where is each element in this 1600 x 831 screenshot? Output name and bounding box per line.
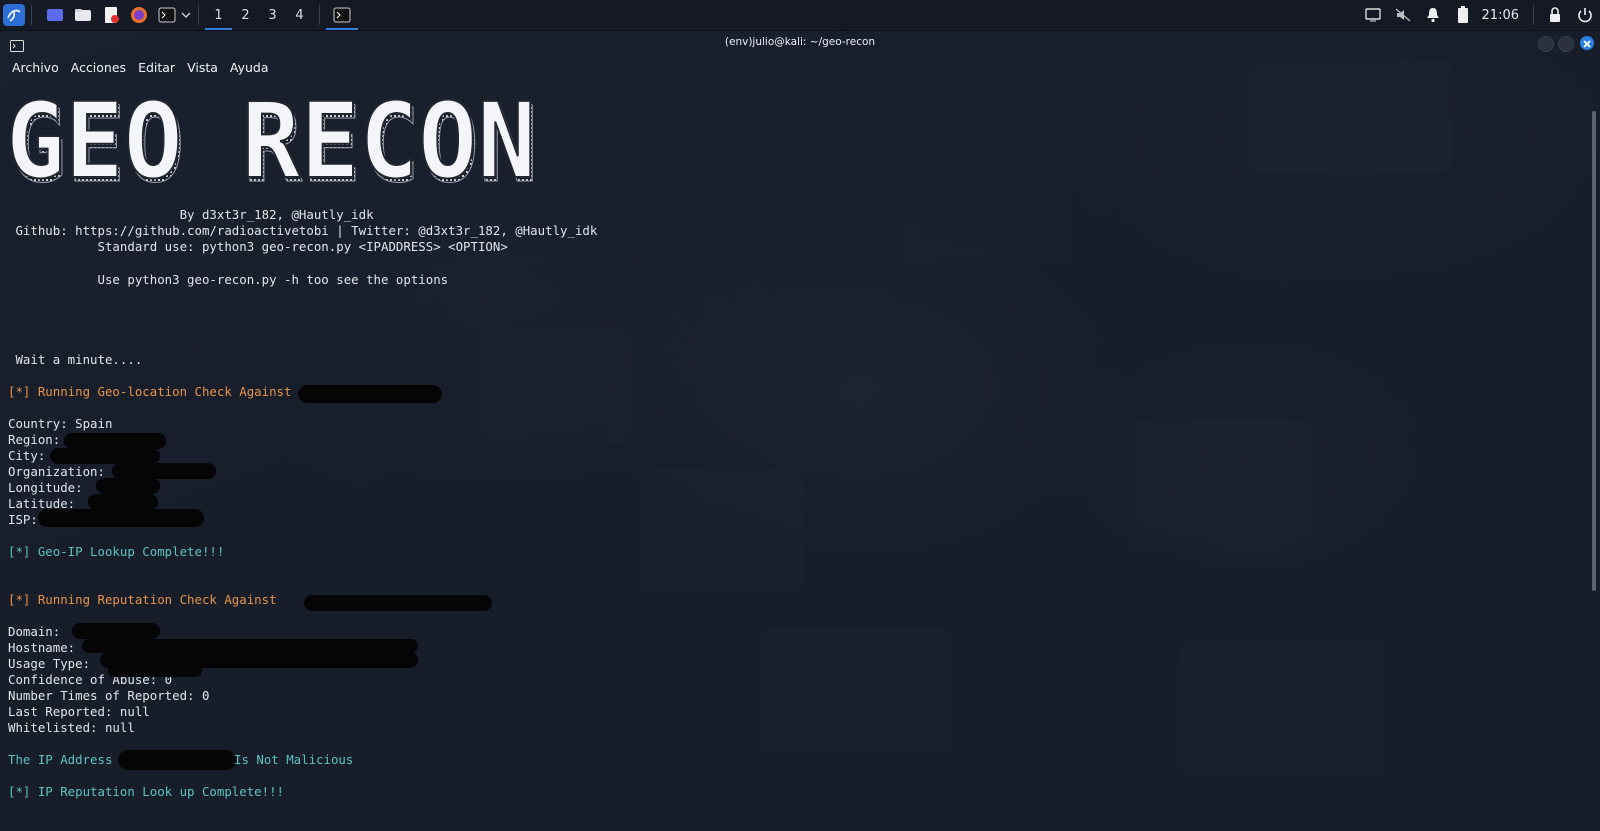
wait-line: Wait a minute....: [8, 352, 143, 367]
usage-line: Standard use: python3 geo-recon.py <IPAD…: [8, 239, 508, 254]
city-line: City:: [8, 448, 46, 463]
times-reported-line: Number Times of Reported: 0: [8, 688, 210, 703]
close-icon: [1583, 40, 1591, 48]
isp-line: ISP:: [8, 512, 38, 527]
redaction-mark: [64, 433, 166, 449]
chevron-down-icon[interactable]: [180, 4, 192, 26]
window-titlebar[interactable]: (env)julio@kali: ~/geo-recon: [0, 31, 1600, 55]
organization-line: Organization:: [8, 464, 105, 479]
menu-archivo[interactable]: Archivo: [12, 60, 59, 75]
text-editor-icon[interactable]: [100, 4, 122, 26]
menu-editar[interactable]: Editar: [138, 60, 175, 75]
github-line: Github: https://github.com/radioactiveto…: [8, 223, 598, 238]
file-manager-icon[interactable]: [72, 4, 94, 26]
taskbar-separator: [319, 5, 320, 25]
system-tray: 21:06: [1358, 0, 1600, 30]
redaction-mark: [82, 639, 418, 653]
menu-bar: Archivo Acciones Editar Vista Ayuda: [0, 55, 1600, 79]
reputation-complete-line: [*] IP Reputation Look up Complete!!!: [8, 784, 285, 799]
last-reported-line: Last Reported: null: [8, 704, 150, 719]
redaction-mark: [298, 385, 442, 403]
terminal-icon[interactable]: [156, 4, 178, 26]
help-line: Use python3 geo-recon.py -h too see the …: [8, 272, 449, 287]
terminal-scrollbar[interactable]: [1592, 111, 1596, 591]
firefox-icon[interactable]: [128, 4, 150, 26]
domain-line: Domain:: [8, 624, 61, 639]
menu-acciones[interactable]: Acciones: [71, 60, 126, 75]
workspace-2[interactable]: 2: [232, 0, 259, 30]
whitelisted-line: Whitelisted: null: [8, 720, 135, 735]
screen-icon[interactable]: [1362, 4, 1384, 26]
terminal-output[interactable]: GEO RECON GEO RECON By d3xt3r_182, @Haut…: [0, 91, 1588, 831]
top-taskbar: 1 2 3 4 21:06: [0, 0, 1600, 31]
region-line: Region:: [8, 432, 61, 447]
volume-muted-icon[interactable]: [1392, 4, 1414, 26]
ip-verdict-suffix: Is Not Malicious: [234, 752, 354, 767]
desktop-icon[interactable]: [44, 4, 66, 26]
terminal-window: (env)julio@kali: ~/geo-recon Archivo Acc…: [0, 31, 1600, 831]
redaction-mark: [304, 595, 492, 611]
minimize-button[interactable]: [1538, 36, 1554, 52]
taskbar-separator: [1533, 5, 1534, 25]
terminal-icon: [333, 7, 351, 23]
window-title: (env)julio@kali: ~/geo-recon: [724, 36, 876, 48]
maximize-button[interactable]: [1558, 36, 1574, 52]
workspace-1[interactable]: 1: [205, 0, 232, 30]
bell-icon[interactable]: [1422, 4, 1444, 26]
reputation-running-line: [*] Running Reputation Check Against: [8, 592, 277, 607]
geo-running-line: [*] Running Geo-location Check Against: [8, 384, 292, 399]
redaction-mark: [108, 665, 202, 677]
redaction-mark: [38, 509, 204, 527]
close-button[interactable]: [1580, 36, 1594, 50]
redaction-mark: [96, 478, 160, 494]
lock-icon[interactable]: [1544, 4, 1566, 26]
clock[interactable]: 21:06: [1482, 8, 1519, 23]
longitude-line: Longitude:: [8, 480, 83, 495]
battery-icon: [1452, 4, 1474, 26]
geo-complete-line: [*] Geo-IP Lookup Complete!!!: [8, 544, 225, 559]
author-line: By d3xt3r_182, @Hautly_idk: [8, 207, 374, 222]
taskbar-separator: [31, 5, 32, 25]
hostname-line: Hostname:: [8, 640, 76, 655]
workspace-4[interactable]: 4: [286, 0, 313, 30]
workspace-3[interactable]: 3: [259, 0, 286, 30]
menu-vista[interactable]: Vista: [187, 60, 218, 75]
geo-recon-ascii-banner: GEO RECON GEO RECON: [6, 95, 539, 195]
taskbar-separator: [198, 5, 199, 25]
usage-type-line: Usage Type:: [8, 656, 91, 671]
redaction-mark: [72, 623, 160, 639]
terminal-task-button[interactable]: [326, 0, 358, 30]
ip-verdict-prefix: The IP Address: [8, 752, 113, 767]
country-line: Country: Spain: [8, 416, 113, 431]
redaction-mark: [50, 448, 160, 464]
redaction-mark: [118, 750, 236, 770]
banner-text: GEO RECON: [6, 95, 536, 195]
power-icon[interactable]: [1574, 4, 1596, 26]
redaction-mark: [112, 463, 216, 479]
kali-menu-icon[interactable]: [3, 4, 25, 26]
redaction-mark: [88, 494, 158, 510]
menu-ayuda[interactable]: Ayuda: [230, 60, 269, 75]
